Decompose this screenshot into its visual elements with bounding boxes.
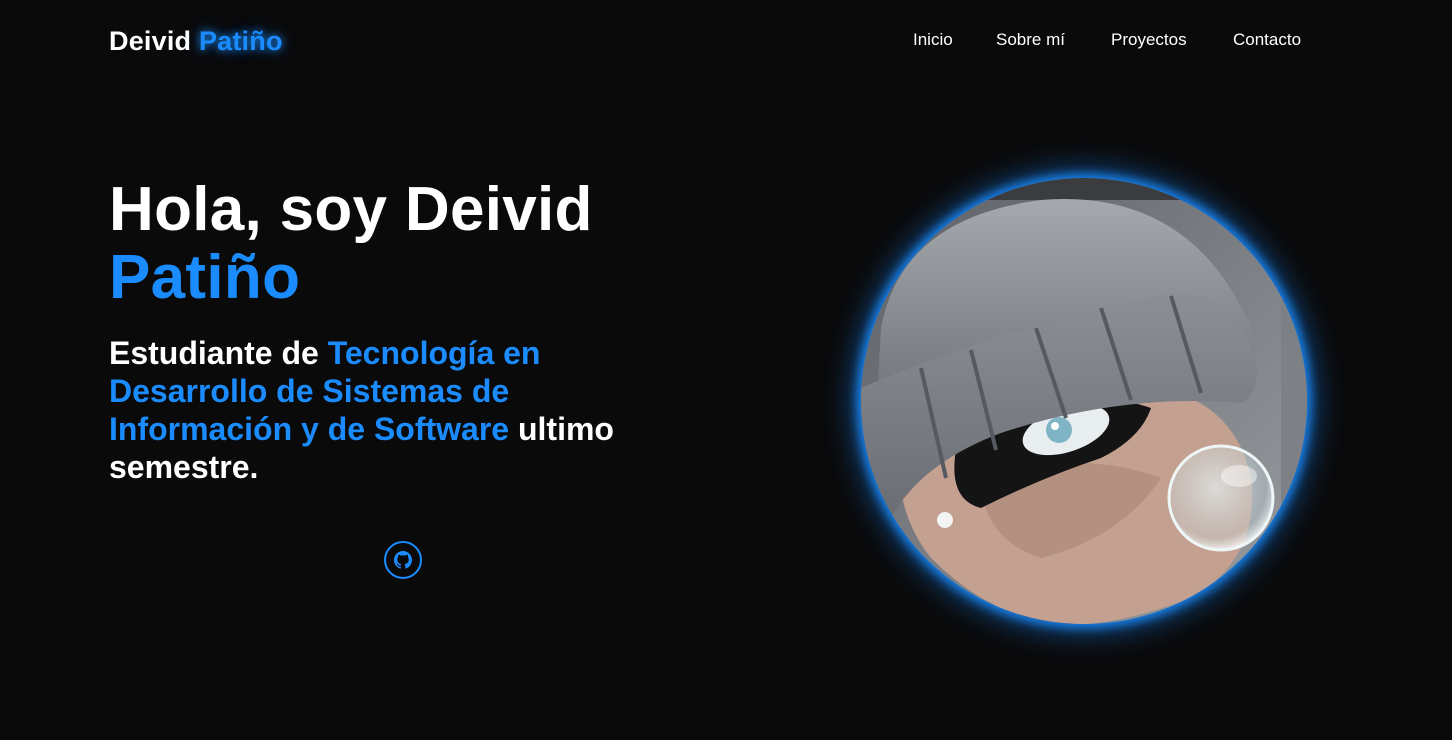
github-icon: [394, 551, 412, 569]
github-button[interactable]: [384, 541, 422, 579]
profile-avatar: [861, 178, 1307, 624]
nav-link-sobre-mi[interactable]: Sobre mí: [996, 30, 1065, 50]
hero-subtitle-prefix: Estudiante de: [109, 335, 319, 371]
hero-section: Hola, soy Deivid Patiño Estudiante de Te…: [109, 176, 669, 486]
hero-title-name: Patiño: [109, 243, 301, 312]
site-header: Deivid Patiño Inicio Sobre mí Proyectos …: [0, 0, 1452, 82]
nav-link-proyectos[interactable]: Proyectos: [1111, 30, 1187, 50]
hero-title: Hola, soy Deivid Patiño: [109, 176, 669, 312]
avatar-illustration: [861, 178, 1307, 624]
main-nav: Inicio Sobre mí Proyectos Contacto: [0, 30, 1452, 54]
hero-title-greeting: Hola, soy Deivid: [109, 175, 593, 244]
nav-link-inicio[interactable]: Inicio: [913, 30, 953, 50]
hero-subtitle: Estudiante de Tecnología en Desarrollo d…: [109, 334, 654, 486]
nav-link-contacto[interactable]: Contacto: [1233, 30, 1301, 50]
